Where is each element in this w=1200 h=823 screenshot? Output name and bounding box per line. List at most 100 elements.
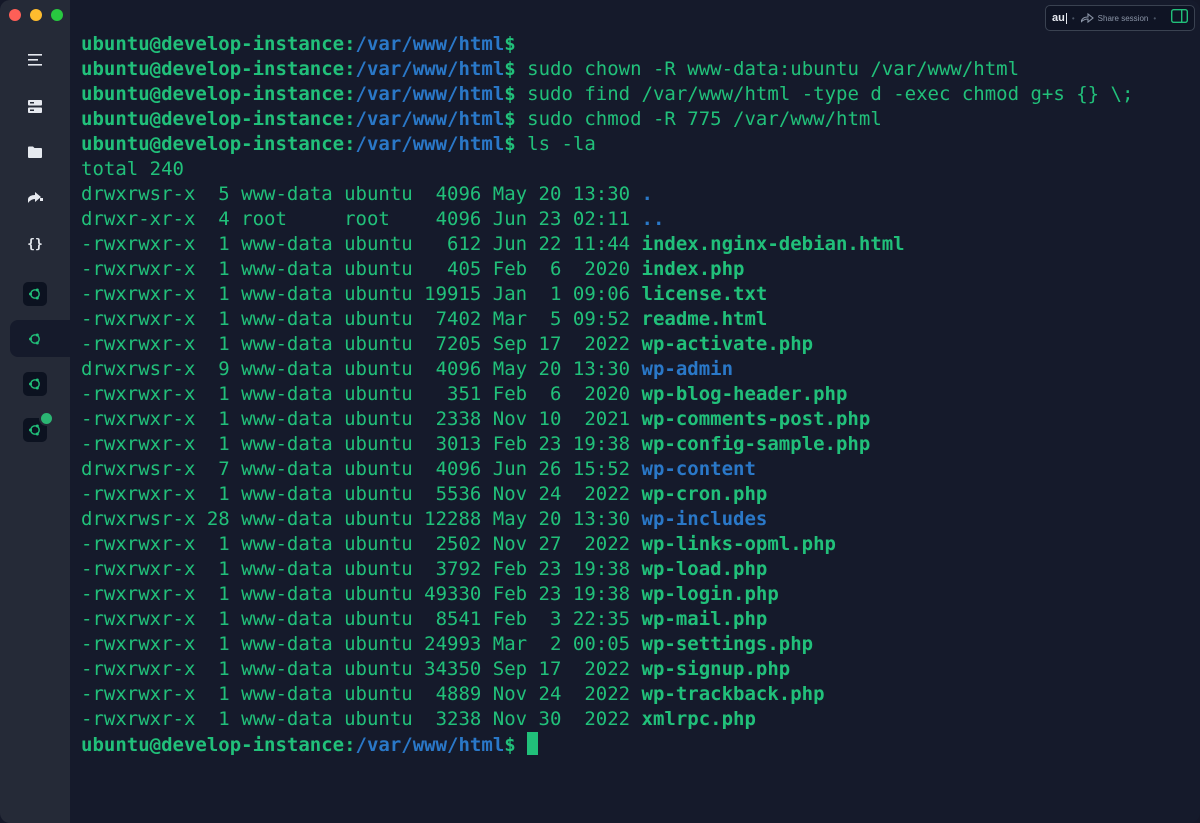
listing-row: -rwxrwxr-x 1 www-data ubuntu 4889 Nov 24… [81, 682, 1133, 707]
file-name: wp-trackback.php [641, 683, 825, 705]
prompt-user-host: ubuntu@develop-instance: [81, 108, 356, 130]
listing-meta: drwxrwsr-x 7 www-data ubuntu 4096 Jun 26… [81, 458, 642, 480]
listing-meta: -rwxrwxr-x 1 www-data ubuntu 4889 Nov 24… [81, 683, 642, 705]
ubuntu-host-icon[interactable] [23, 372, 47, 396]
listing-meta: -rwxrwxr-x 1 www-data ubuntu 405 Feb 6 2… [81, 258, 642, 280]
user-badge[interactable]: au [1052, 12, 1067, 24]
listing-row: -rwxrwxr-x 1 www-data ubuntu 3792 Feb 23… [81, 557, 1133, 582]
minimize-window-button[interactable] [30, 9, 42, 21]
listing-row: -rwxrwxr-x 1 www-data ubuntu 7205 Sep 17… [81, 332, 1133, 357]
listing-row: -rwxrwxr-x 1 www-data ubuntu 34350 Sep 1… [81, 657, 1133, 682]
listing-row: -rwxrwxr-x 1 www-data ubuntu 7402 Mar 5 … [81, 307, 1133, 332]
listing-row: drwxr-xr-x 4 root root 4096 Jun 23 02:11… [81, 207, 1133, 232]
listing-row: drwxrwsr-x 28 www-data ubuntu 12288 May … [81, 507, 1133, 532]
listing-row: -rwxrwxr-x 1 www-data ubuntu 24993 Mar 2… [81, 632, 1133, 657]
listing-meta: -rwxrwxr-x 1 www-data ubuntu 49330 Feb 2… [81, 583, 642, 605]
prompt-path: /var/www/html [355, 133, 505, 155]
terminal-output[interactable]: ubuntu@develop-instance:/var/www/html$ ub… [81, 32, 1133, 757]
prompt-line: ubuntu@develop-instance:/var/www/html$ s… [81, 82, 1133, 107]
window-controls [9, 9, 63, 21]
listing-row: -rwxrwxr-x 1 www-data ubuntu 8541 Feb 3 … [81, 607, 1133, 632]
listing-meta: drwxrwsr-x 28 www-data ubuntu 12288 May … [81, 508, 642, 530]
prompt-symbol: $ [504, 83, 516, 105]
listing-row: -rwxrwxr-x 1 www-data ubuntu 405 Feb 6 2… [81, 257, 1133, 282]
command-text: sudo chmod -R 775 /var/www/html [515, 108, 882, 130]
share-session-button[interactable]: Share session [1080, 13, 1149, 23]
app-window: {} au • Share session • ubuntu@develop-i… [0, 0, 1200, 823]
listing-meta: drwxrwsr-x 5 www-data ubuntu 4096 May 20… [81, 183, 642, 205]
file-name: index.nginx-debian.html [641, 233, 905, 255]
file-name: wp-signup.php [641, 658, 791, 680]
file-name: wp-mail.php [641, 608, 768, 630]
listing-meta: -rwxrwxr-x 1 www-data ubuntu 3013 Feb 23… [81, 433, 642, 455]
listing-meta: drwxr-xr-x 4 root root 4096 Jun 23 02:11 [81, 208, 642, 230]
prompt-symbol: $ [504, 108, 516, 130]
split-panel-icon[interactable] [1170, 8, 1189, 28]
prompt-user-host: ubuntu@develop-instance: [81, 58, 356, 80]
prompt-user-host: ubuntu@develop-instance: [81, 133, 356, 155]
prompt-line: ubuntu@develop-instance:/var/www/html$ l… [81, 132, 1133, 157]
file-name: wp-links-opml.php [641, 533, 836, 555]
listing-row: -rwxrwxr-x 1 www-data ubuntu 5536 Nov 24… [81, 482, 1133, 507]
listing-meta: -rwxrwxr-x 1 www-data ubuntu 5536 Nov 24… [81, 483, 642, 505]
directory-name: wp-admin [641, 358, 734, 380]
directory-name: wp-includes [641, 508, 768, 530]
listing-row: -rwxrwxr-x 1 www-data ubuntu 19915 Jan 1… [81, 282, 1133, 307]
command-text [516, 734, 527, 756]
file-name: wp-cron.php [641, 483, 768, 505]
listing-row: -rwxrwxr-x 1 www-data ubuntu 3013 Feb 23… [81, 432, 1133, 457]
prompt-line: ubuntu@develop-instance:/var/www/html$ s… [81, 107, 1133, 132]
file-name: wp-login.php [641, 583, 779, 605]
close-window-button[interactable] [9, 9, 21, 21]
prompt-symbol: $ [504, 33, 516, 55]
file-name: wp-activate.php [641, 333, 814, 355]
prompt-path: /var/www/html [355, 108, 505, 130]
prompt-line: ubuntu@develop-instance:/var/www/html$ s… [81, 57, 1133, 82]
snippets-icon[interactable]: {} [22, 231, 48, 257]
listing-meta: -rwxrwxr-x 1 www-data ubuntu 34350 Sep 1… [81, 658, 642, 680]
prompt-line: ubuntu@develop-instance:/var/www/html$ [81, 732, 1133, 757]
file-name: wp-config-sample.php [641, 433, 871, 455]
share-session-label: Share session [1097, 13, 1149, 23]
port-forward-icon[interactable] [22, 185, 48, 211]
listing-row: -rwxrwxr-x 1 www-data ubuntu 612 Jun 22 … [81, 232, 1133, 257]
prompt-path: /var/www/html [355, 33, 505, 55]
file-name: index.php [641, 258, 745, 280]
listing-row: -rwxrwxr-x 1 www-data ubuntu 2502 Nov 27… [81, 532, 1133, 557]
file-name: wp-comments-post.php [641, 408, 871, 430]
listing-row: drwxrwsr-x 9 www-data ubuntu 4096 May 20… [81, 357, 1133, 382]
share-icon [1080, 13, 1094, 23]
listing-row: -rwxrwxr-x 1 www-data ubuntu 2338 Nov 10… [81, 407, 1133, 432]
listing-meta: -rwxrwxr-x 1 www-data ubuntu 3238 Nov 30… [81, 708, 642, 730]
prompt-user-host: ubuntu@develop-instance: [81, 734, 356, 756]
listing-row: -rwxrwxr-x 1 www-data ubuntu 49330 Feb 2… [81, 582, 1133, 607]
prompt-symbol: $ [504, 58, 516, 80]
prompt-symbol: $ [504, 734, 516, 756]
listing-meta: -rwxrwxr-x 1 www-data ubuntu 7402 Mar 5 … [81, 308, 642, 330]
listing-meta: -rwxrwxr-x 1 www-data ubuntu 2338 Nov 10… [81, 408, 642, 430]
hosts-icon[interactable] [22, 93, 48, 119]
prompt-path: /var/www/html [355, 734, 505, 756]
menu-icon[interactable] [22, 47, 48, 73]
separator-icon: • [1153, 13, 1157, 23]
listing-meta: drwxrwsr-x 9 www-data ubuntu 4096 May 20… [81, 358, 642, 380]
file-name: wp-blog-header.php [641, 383, 848, 405]
maximize-window-button[interactable] [51, 9, 63, 21]
listing-row: drwxrwsr-x 5 www-data ubuntu 4096 May 20… [81, 182, 1133, 207]
ubuntu-host-icon[interactable] [23, 282, 47, 306]
listing-meta: -rwxrwxr-x 1 www-data ubuntu 351 Feb 6 2… [81, 383, 642, 405]
folder-icon[interactable] [22, 139, 48, 165]
prompt-line: ubuntu@develop-instance:/var/www/html$ [81, 32, 1133, 57]
prompt-symbol: $ [504, 133, 516, 155]
listing-meta: -rwxrwxr-x 1 www-data ubuntu 612 Jun 22 … [81, 233, 642, 255]
listing-meta: -rwxrwxr-x 1 www-data ubuntu 7205 Sep 17… [81, 333, 642, 355]
command-text: sudo find /var/www/html -type d -exec ch… [515, 83, 1134, 105]
listing-meta: -rwxrwxr-x 1 www-data ubuntu 8541 Feb 3 … [81, 608, 642, 630]
sidebar: {} [0, 0, 70, 823]
listing-row: drwxrwsr-x 7 www-data ubuntu 4096 Jun 26… [81, 457, 1133, 482]
ubuntu-host-icon[interactable] [23, 327, 47, 351]
file-name: xmlrpc.php [641, 708, 756, 730]
user-badge-label: au [1052, 12, 1065, 24]
directory-name: . [641, 183, 653, 205]
terminal-cursor [527, 732, 539, 755]
